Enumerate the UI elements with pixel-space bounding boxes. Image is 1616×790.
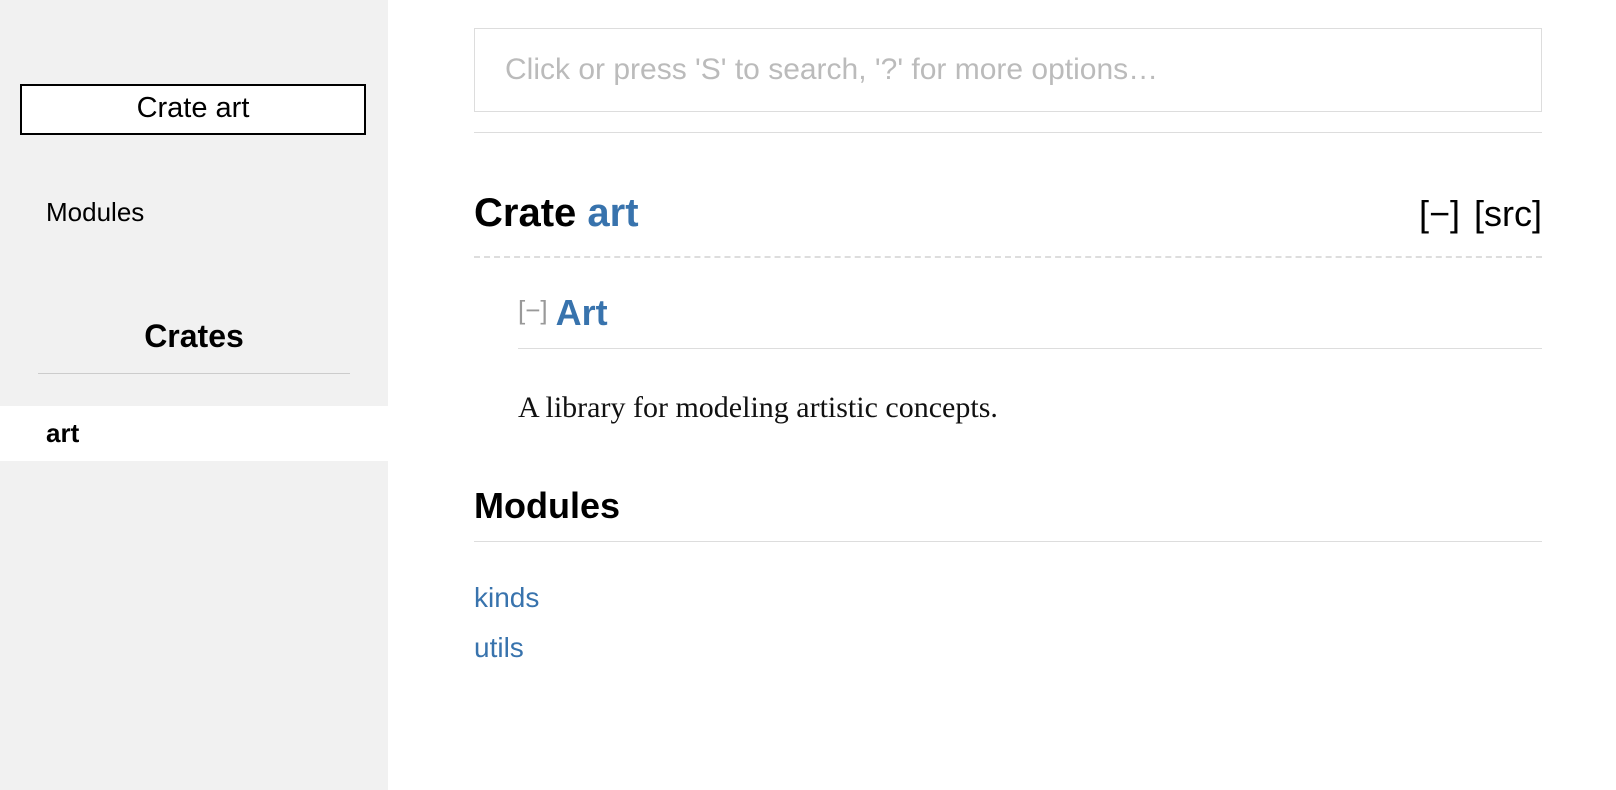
page-title: Crate art [474,191,639,236]
divider [474,132,1542,133]
page-title-prefix: Crate [474,191,587,235]
doc-title-row: [−] Art [518,292,1542,349]
page-heading: Crate art [−] [src] [474,191,1542,258]
crate-name-link[interactable]: art [587,191,638,235]
doc-collapse-toggle[interactable]: [−] [518,295,548,326]
page-heading-controls: [−] [src] [1419,193,1542,235]
collapse-all-toggle[interactable]: [−] [1419,193,1460,235]
module-link-utils[interactable]: utils [474,632,1542,664]
doc-description: A library for modeling artistic concepts… [518,391,1542,425]
sidebar-crate-title[interactable]: Crate art [20,84,366,135]
doc-title-link[interactable]: Art [556,292,608,334]
modules-heading: Modules [474,485,1542,542]
sidebar-crates-heading: Crates [38,318,350,374]
module-link-kinds[interactable]: kinds [474,582,1542,614]
sidebar: Crate art Modules Crates art [0,0,388,790]
src-link[interactable]: [src] [1474,193,1542,235]
sidebar-section-modules[interactable]: Modules [0,197,388,228]
module-list: kinds utils [474,582,1542,664]
search-input[interactable] [474,28,1542,112]
doc-section: [−] Art A library for modeling artistic … [474,292,1542,425]
main-content: Crate art [−] [src] [−] Art A library fo… [388,0,1616,790]
sidebar-crate-item-art[interactable]: art [0,406,388,461]
